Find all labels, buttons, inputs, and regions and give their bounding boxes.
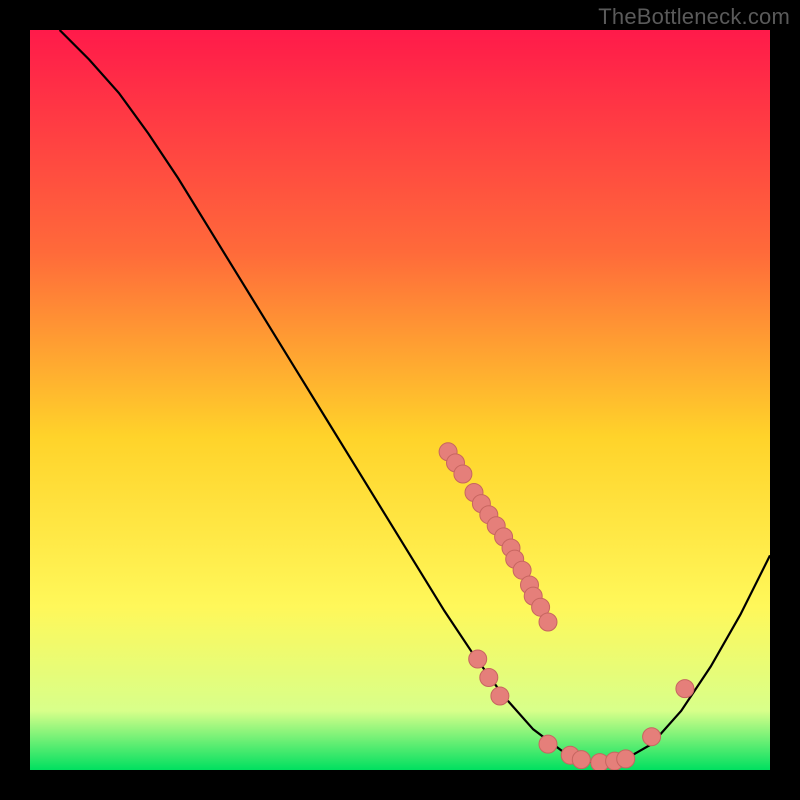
watermark-text: TheBottleneck.com [598, 4, 790, 30]
data-point [480, 669, 498, 687]
chart-frame: TheBottleneck.com [0, 0, 800, 800]
data-point [469, 650, 487, 668]
data-point [572, 751, 590, 769]
data-point [539, 613, 557, 631]
plot-area [30, 30, 770, 770]
data-point [491, 687, 509, 705]
data-point [454, 465, 472, 483]
data-point [617, 750, 635, 768]
data-point [676, 680, 694, 698]
data-point [643, 728, 661, 746]
data-point [539, 735, 557, 753]
chart-background [30, 30, 770, 770]
chart-svg [30, 30, 770, 770]
